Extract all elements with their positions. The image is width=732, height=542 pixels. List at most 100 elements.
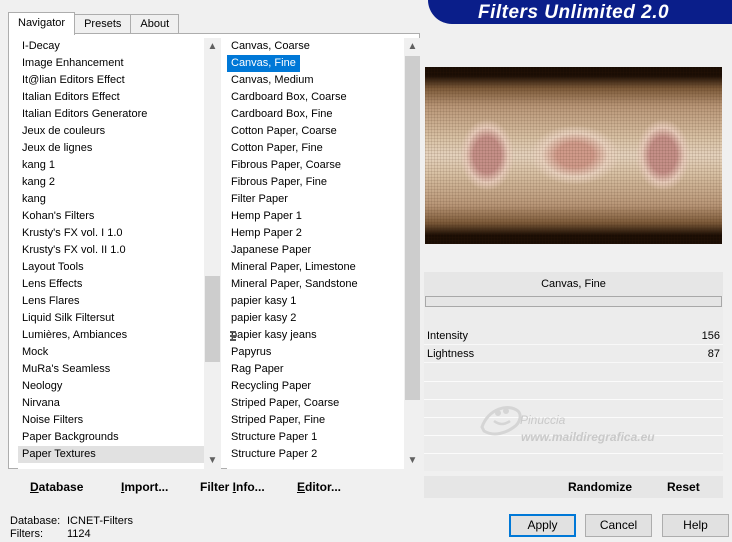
status-area: Database: ICNET-Filters Filters: 1124 xyxy=(10,515,133,541)
param-slot xyxy=(424,453,723,454)
category-item[interactable]: kang 2 xyxy=(18,174,204,191)
category-item[interactable]: Lumières, Ambiances xyxy=(18,327,204,344)
category-scrollbar[interactable]: ▲ ▼ xyxy=(204,38,221,469)
param-slot xyxy=(424,381,723,382)
help-button[interactable]: Help xyxy=(662,514,729,537)
category-item[interactable]: Noise Filters xyxy=(18,412,204,429)
preview-button-bar: Randomize Reset xyxy=(424,476,723,498)
filter-info-label: nfo... xyxy=(236,480,265,494)
category-item[interactable]: Liquid Silk Filtersut xyxy=(18,310,204,327)
status-database-value: ICNET-Filters xyxy=(67,515,133,527)
category-item[interactable]: MuRa's Seamless xyxy=(18,361,204,378)
filter-item[interactable]: papier kasy 1 xyxy=(227,293,404,310)
param-value: 156 xyxy=(701,330,720,342)
category-list[interactable]: I-Decay Image Enhancement It@lian Editors … xyxy=(18,38,221,469)
category-item[interactable]: Kohan's Filters xyxy=(18,208,204,225)
filter-info-button[interactable]: Filter Info... xyxy=(200,476,265,498)
database-label: atabase xyxy=(38,480,84,494)
filter-item[interactable]: Canvas, Coarse xyxy=(227,38,404,55)
filter-item[interactable]: Structure Paper 1 xyxy=(227,429,404,446)
import-button[interactable]: Import... xyxy=(121,476,168,498)
randomize-button[interactable]: Randomize xyxy=(568,476,632,498)
navigator-panel: I-Decay Image Enhancement It@lian Editors … xyxy=(8,33,421,469)
chevron-up-icon[interactable]: ▲ xyxy=(404,38,421,55)
filter-item[interactable]: Cardboard Box, Fine xyxy=(227,106,404,123)
filter-item[interactable]: Cotton Paper, Fine xyxy=(227,140,404,157)
category-item[interactable]: Krusty's FX vol. I 1.0 xyxy=(18,225,204,242)
database-button[interactable]: Database xyxy=(30,476,83,498)
param-intensity[interactable]: Intensity 156 xyxy=(424,327,723,345)
category-scroll-thumb[interactable] xyxy=(205,276,220,362)
tab-about[interactable]: About xyxy=(130,14,180,34)
chevron-down-icon[interactable]: ▼ xyxy=(204,452,221,469)
filter-item[interactable]: Canvas, Medium xyxy=(227,72,404,89)
filter-item[interactable]: Fibrous Paper, Fine xyxy=(227,174,404,191)
filter-scrollbar[interactable]: ▲ ▼ xyxy=(404,38,421,469)
filter-item[interactable]: Canvas, Fine xyxy=(227,55,300,72)
chevron-down-icon[interactable]: ▼ xyxy=(404,452,421,469)
category-item[interactable]: Mock xyxy=(18,344,204,361)
category-item[interactable]: Neology xyxy=(18,378,204,395)
filter-item[interactable]: Hemp Paper 1 xyxy=(227,208,404,225)
param-value: 87 xyxy=(707,348,720,360)
category-item[interactable]: Lens Effects xyxy=(18,276,204,293)
status-database-label: Database: xyxy=(10,515,61,527)
tab-navigator[interactable]: Navigator xyxy=(8,12,76,35)
filter-progress-bar xyxy=(425,296,722,307)
param-slot xyxy=(424,399,723,400)
filter-preview-image xyxy=(425,67,722,244)
category-item[interactable]: Italian Editors Effect xyxy=(18,89,204,106)
filter-item[interactable]: Filter Paper xyxy=(227,191,404,208)
filter-item[interactable]: Japanese Paper xyxy=(227,242,404,259)
category-item[interactable]: kang 1 xyxy=(18,157,204,174)
navigator-toolbar: Database Import... Filter Info... Editor… xyxy=(12,476,418,498)
param-label: Lightness xyxy=(427,348,475,360)
category-item[interactable]: Krusty's FX vol. II 1.0 xyxy=(18,242,204,259)
filter-item[interactable]: Mineral Paper, Limestone xyxy=(227,259,404,276)
category-item[interactable]: It@lian Editors Effect xyxy=(18,72,204,89)
category-item[interactable]: I-Decay xyxy=(18,38,204,55)
apply-button[interactable]: Apply xyxy=(509,514,576,537)
tab-strip: Navigator Presets About xyxy=(8,12,180,35)
param-slot xyxy=(424,417,723,418)
watermark-name: Pinuccia xyxy=(520,413,566,427)
status-filters-label: Filters: xyxy=(10,528,43,540)
filter-item[interactable]: Structure Paper 2 xyxy=(227,446,404,463)
category-item[interactable]: Paper Textures xyxy=(18,446,204,463)
filter-item[interactable]: papier kasy jeans xyxy=(227,327,404,344)
filter-item[interactable]: Rag Paper xyxy=(227,361,404,378)
filter-item[interactable]: Recycling Paper xyxy=(227,378,404,395)
editor-button[interactable]: Editor... xyxy=(297,476,341,498)
tab-presets[interactable]: Presets xyxy=(74,14,132,34)
filter-scroll-thumb[interactable] xyxy=(405,56,420,400)
filter-item[interactable]: Fibrous Paper, Coarse xyxy=(227,157,404,174)
category-items: I-Decay Image Enhancement It@lian Editors … xyxy=(18,38,204,463)
param-lightness[interactable]: Lightness 87 xyxy=(424,345,723,363)
category-item[interactable]: kang xyxy=(18,191,204,208)
filter-item[interactable]: Hemp Paper 2 xyxy=(227,225,404,242)
chevron-up-icon[interactable]: ▲ xyxy=(204,38,221,55)
category-item[interactable]: Lens Flares xyxy=(18,293,204,310)
category-item[interactable]: Nirvana xyxy=(18,395,204,412)
reset-button[interactable]: Reset xyxy=(667,476,700,498)
category-item[interactable]: Italian Editors Generatore xyxy=(18,106,204,123)
category-item[interactable]: Jeux de lignes xyxy=(18,140,204,157)
filter-item[interactable]: papier kasy 2 xyxy=(227,310,404,327)
filter-item[interactable]: Cotton Paper, Coarse xyxy=(227,123,404,140)
filter-item[interactable]: Striped Paper, Fine xyxy=(227,412,404,429)
filter-item[interactable]: Striped Paper, Coarse xyxy=(227,395,404,412)
database-mnemonic: D xyxy=(30,480,39,494)
filter-list[interactable]: Canvas, Coarse Canvas, Fine Canvas, Medium… xyxy=(227,38,421,469)
filter-item[interactable]: Mineral Paper, Sandstone xyxy=(227,276,404,293)
category-item[interactable]: Layout Tools xyxy=(18,259,204,276)
filter-item[interactable]: Papyrus xyxy=(227,344,404,361)
category-item[interactable]: Jeux de couleurs xyxy=(18,123,204,140)
cancel-button[interactable]: Cancel xyxy=(585,514,652,537)
app-title-banner: Filters Unlimited 2.0 xyxy=(428,0,732,24)
category-item[interactable]: Image Enhancement xyxy=(18,55,204,72)
import-label: mport... xyxy=(124,480,169,494)
category-item[interactable]: Paper Backgrounds xyxy=(18,429,204,446)
status-database-row: Database: ICNET-Filters xyxy=(10,515,133,528)
param-label: Intensity xyxy=(427,330,468,342)
filter-item[interactable]: Cardboard Box, Coarse xyxy=(227,89,404,106)
